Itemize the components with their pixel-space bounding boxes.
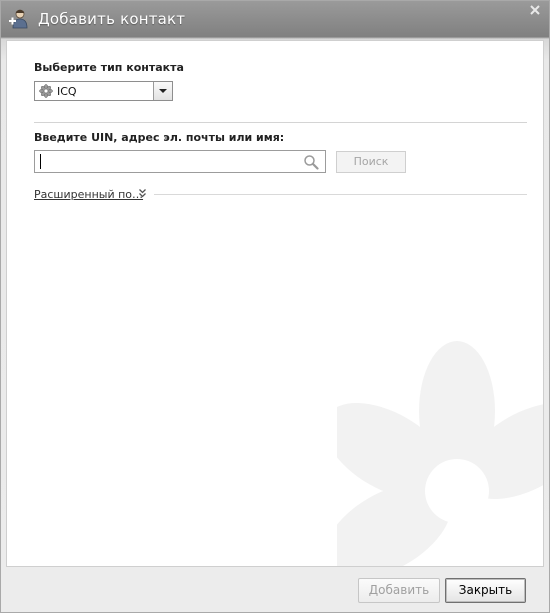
add-button[interactable]: Добавить bbox=[358, 578, 440, 603]
chevron-down-icon[interactable] bbox=[153, 82, 172, 100]
flower-watermark-icon bbox=[337, 341, 543, 566]
search-icon[interactable] bbox=[303, 154, 319, 170]
search-input[interactable] bbox=[34, 150, 326, 173]
text-caret bbox=[40, 154, 41, 169]
search-label: Введите UIN, адрес эл. почты или имя: bbox=[34, 131, 285, 144]
close-button[interactable]: Закрыть bbox=[445, 578, 526, 603]
contact-type-label: Выберите тип контакта bbox=[34, 61, 184, 74]
add-contact-window: Добавить контакт Выберите тип контакта I… bbox=[0, 0, 550, 613]
advanced-search-link[interactable]: Расширенный по… bbox=[34, 188, 143, 201]
close-icon[interactable] bbox=[528, 4, 542, 16]
contact-type-select[interactable]: ICQ bbox=[34, 81, 173, 101]
title-bar[interactable]: Добавить контакт bbox=[1, 1, 549, 37]
add-contact-icon bbox=[9, 9, 28, 29]
advanced-divider bbox=[154, 194, 527, 195]
section-divider bbox=[34, 122, 527, 123]
double-chevron-down-icon[interactable] bbox=[138, 188, 147, 198]
content-panel: Выберите тип контакта ICQ Введите UIN, а… bbox=[6, 40, 544, 567]
window-title: Добавить контакт bbox=[38, 10, 186, 28]
search-button[interactable]: Поиск bbox=[336, 151, 406, 173]
icq-flower-icon bbox=[39, 84, 53, 98]
contact-type-value: ICQ bbox=[57, 85, 77, 98]
